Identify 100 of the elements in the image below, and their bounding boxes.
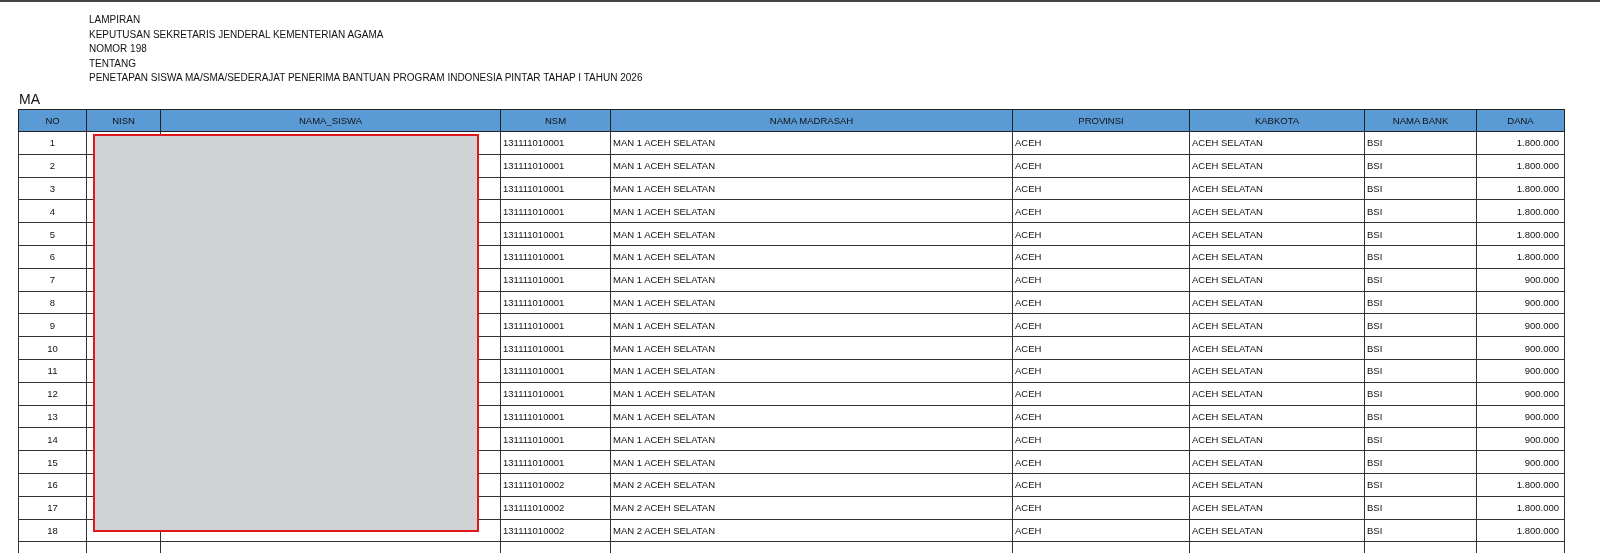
table-cell: 131111010001 [500,359,611,383]
table-cell: BSI [1364,473,1477,497]
table-cell: 11 [18,359,87,383]
table-cell: BSI [1364,291,1477,314]
table-cell: BSI [1364,177,1477,200]
table-cell: 131111010001 [500,222,611,246]
table-cell: MAN 1 ACEH SELATAN [610,268,1013,292]
column-header: NAMA MADRASAH [610,109,1013,132]
table-cell: ACEH SELATAN [1189,405,1365,428]
table-cell: 1.800.000 [1476,199,1565,223]
column-header: NAMA BANK [1364,109,1477,132]
table-cell: BSI [1364,450,1477,474]
table-cell: MAN 1 ACEH SELATAN [610,222,1013,246]
table-cell: ACEH SELATAN [1189,291,1365,314]
table-cell: 900.000 [1476,291,1565,314]
table-cell: ACEH [1012,496,1190,519]
table-cell: MAN 1 ACEH SELATAN [610,291,1013,314]
table-cell: 900.000 [1476,268,1565,292]
table-cell: 131111010001 [500,268,611,292]
table-cell: 18 [18,519,87,542]
table-cell: 1.800.000 [1476,245,1565,269]
table-cell: MAN 1 ACEH SELATAN [610,359,1013,383]
table-cell: 1.800.000 [1476,222,1565,246]
table-cell: MAN 1 ACEH SELATAN [610,450,1013,474]
table-cell: 2 [18,154,87,178]
table-cell: BSI [1364,336,1477,360]
table-cell: ACEH SELATAN [1189,245,1365,269]
table-cell: BSI [1364,382,1477,406]
table-cell: ACEH SELATAN [1189,268,1365,292]
table-cell: MAN 2 ACEH SELATAN [610,496,1013,519]
table-cell: 131111010001 [500,405,611,428]
table-cell: BSI [1364,427,1477,451]
table-cell: 900.000 [1476,405,1565,428]
table-cell: ACEH SELATAN [1189,359,1365,383]
table-cell: 14 [18,427,87,451]
table-cell: BSI [1364,222,1477,246]
table-cell: MAN 1 ACEH SELATAN [610,131,1013,155]
table-cell: 1 [18,131,87,155]
column-header: DANA [1476,109,1565,132]
table-cell: ACEH [1012,313,1190,337]
table-cell: 900.000 [1476,359,1565,383]
column-header: KABKOTA [1189,109,1365,132]
table-cell: MAN 1 ACEH SELATAN [610,405,1013,428]
table-cell: MAN 1 ACEH SELATAN [610,245,1013,269]
column-header: PROVINSI [1012,109,1190,132]
table-cell: ACEH SELATAN [1189,427,1365,451]
table-cell: 7 [18,268,87,292]
table-cell: BSI [1364,405,1477,428]
table-cell: 16 [18,473,87,497]
table-cell: 131111010001 [500,245,611,269]
table-cell: 8 [18,291,87,314]
column-header: NO [18,109,87,132]
table-cell: 12 [18,382,87,406]
table-cell: ACEH [1012,199,1190,223]
table-cell: BSI [1364,268,1477,292]
table-cell: 15 [18,450,87,474]
table-cell: BSI [1364,496,1477,519]
table-cell: 13 [18,405,87,428]
table-cell: 1.800.000 [1476,131,1565,155]
table-cell: 131111010001 [500,336,611,360]
section-title: MA [18,89,41,109]
table-cell: ACEH [1012,359,1190,383]
column-header: NISN [86,109,161,132]
table-cell: ACEH SELATAN [1189,519,1365,542]
table-cell: ACEH [1012,131,1190,155]
table-cell: ACEH SELATAN [1189,199,1365,223]
table-cell: BSI [1364,359,1477,383]
table-cell: MAN 2 ACEH SELATAN [610,519,1013,542]
table-cell: 17 [18,496,87,519]
table-cell: BSI [1364,199,1477,223]
heading-line: LAMPIRAN [89,13,142,27]
table-cell: ACEH SELATAN [1189,450,1365,474]
table-cell: ACEH SELATAN [1189,382,1365,406]
table-cell: ACEH SELATAN [1189,313,1365,337]
table-cell: 131111010001 [500,291,611,314]
table-cell: MAN 1 ACEH SELATAN [610,382,1013,406]
table-cell: 1.800.000 [1476,519,1565,542]
table-cell: 9 [18,313,87,337]
table-cell: MAN 1 ACEH SELATAN [610,336,1013,360]
table-cell: ACEH [1012,222,1190,246]
table-cell: MAN 1 ACEH SELATAN [610,177,1013,200]
table-cell: 900.000 [1476,427,1565,451]
heading-line: TENTANG [89,56,138,71]
table-cell: 3 [18,177,87,200]
table-cell: ACEH [1012,336,1190,360]
table-cell: 131111010002 [500,519,611,542]
table-cell: 4 [18,199,87,223]
table-cell: ACEH [1012,268,1190,292]
table-cell: 6 [18,245,87,269]
table-cell: ACEH SELATAN [1189,177,1365,200]
table-cell: 131111010001 [500,427,611,451]
table-cell: ACEH [1012,519,1190,542]
table-cell: 131111010001 [500,382,611,406]
table-cell: MAN 1 ACEH SELATAN [610,154,1013,178]
table-cell: ACEH SELATAN [1189,496,1365,519]
table-cell: ACEH [1012,382,1190,406]
table-cell: BSI [1364,154,1477,178]
table-cell: 131111010001 [500,177,611,200]
table-cell: 1.800.000 [1476,154,1565,178]
table-cell: BSI [1364,245,1477,269]
